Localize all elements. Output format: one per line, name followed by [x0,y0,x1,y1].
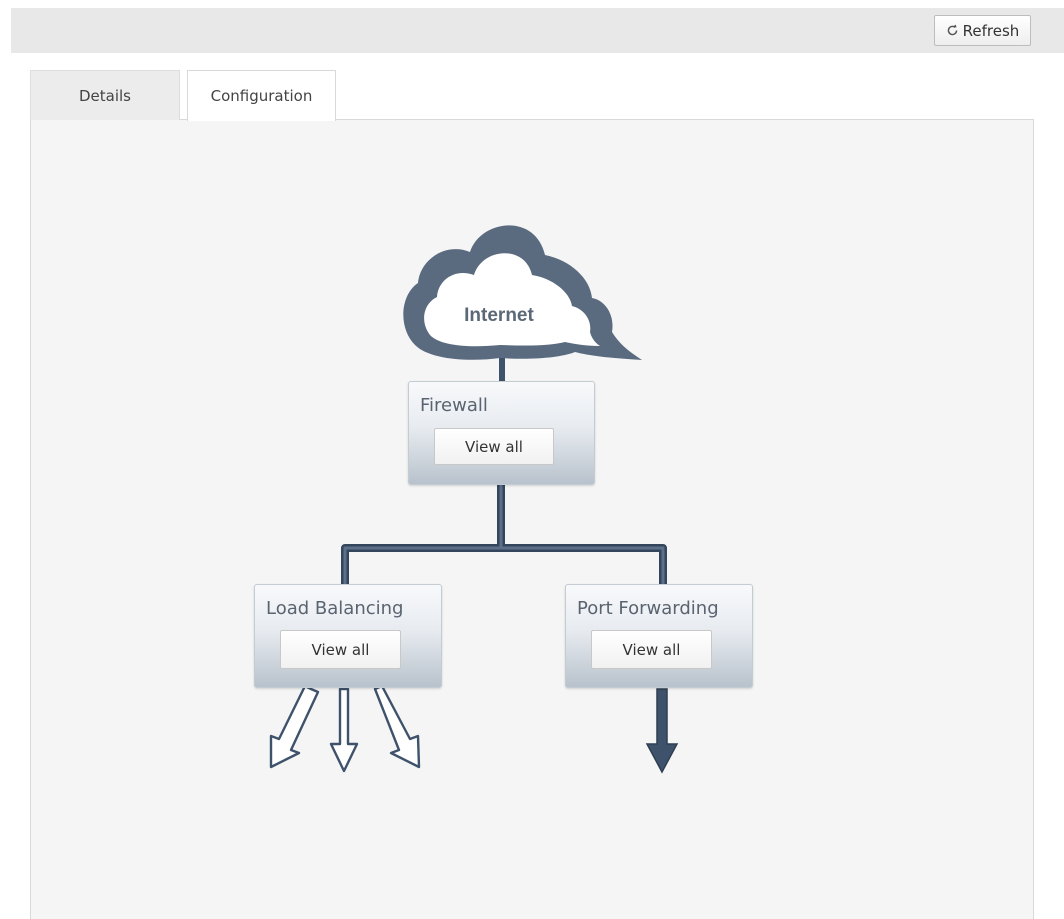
firewall-node: Firewall View all [408,381,595,485]
cloud-firewall-connector [499,358,505,382]
firewall-view-all-button[interactable]: View all [434,428,554,465]
firewall-branch-connector [341,485,667,586]
load-balancing-title: Load Balancing [266,598,404,619]
internet-label: Internet [464,305,534,326]
load-balancing-view-all-button[interactable]: View all [280,630,401,669]
port-forwarding-node: Port Forwarding View all [565,584,753,688]
load-balancing-node: Load Balancing View all [254,584,442,688]
down-left-arrow-icon [269,684,320,769]
internet-cloud-icon [403,225,642,360]
port-forwarding-view-all-button[interactable]: View all [591,630,712,669]
load-balancing-arrows [269,684,421,773]
down-right-arrow-icon [373,684,421,769]
firewall-title: Firewall [420,395,488,416]
down-arrow-icon [329,687,359,773]
port-forwarding-title: Port Forwarding [577,598,719,619]
port-forwarding-arrow [645,688,679,774]
down-arrow-solid-icon [645,688,679,774]
